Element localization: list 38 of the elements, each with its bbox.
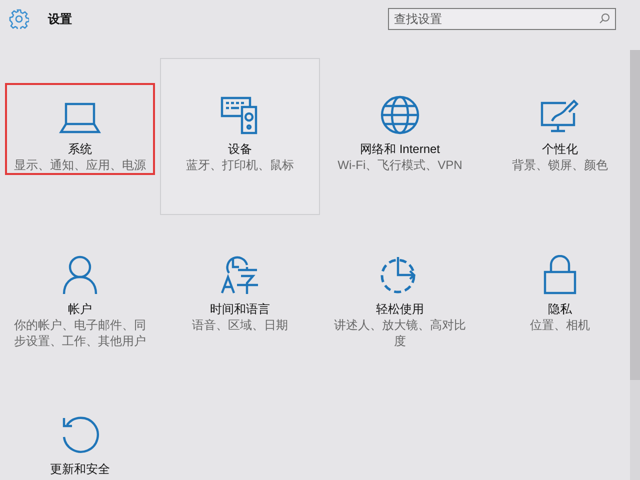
window-title: 设置 — [48, 10, 73, 28]
tile-description: 你的帐户、电子邮件、同步设置、工作、其他用户 — [13, 317, 147, 349]
keyboard-and-speaker-icon — [220, 95, 260, 135]
settings-tile[interactable]: 设备 蓝牙、打印机、鼠标 — [165, 83, 315, 175]
tile-title: 轻松使用 — [376, 301, 424, 317]
settings-tile[interactable]: 轻松使用 讲述人、放大镜、高对比度 — [325, 243, 475, 351]
tile-description: 讲述人、放大镜、高对比度 — [333, 317, 467, 349]
tile-description: 背景、锁屏、颜色 — [512, 157, 608, 173]
tile-title: 时间和语言 — [210, 301, 270, 317]
search-field[interactable]: 查找设置 — [388, 8, 616, 30]
circular-arrow-icon — [60, 415, 100, 455]
tile-title: 更新和安全 — [50, 461, 110, 477]
tile-description: 位置、相机 — [530, 317, 590, 333]
settings-icon — [9, 9, 29, 29]
tile-title: 个性化 — [542, 141, 578, 157]
tile-title: 设备 — [228, 141, 252, 157]
tile-title: 网络和 Internet — [360, 141, 440, 157]
laptop-icon — [59, 101, 101, 135]
tile-title: 系统 — [68, 141, 92, 157]
tile-title: 隐私 — [548, 301, 572, 317]
tile-description: 显示、通知、应用、电源 — [14, 157, 146, 173]
search-icon — [599, 13, 610, 24]
globe-icon — [380, 95, 420, 135]
tile-title: 帐户 — [68, 301, 92, 317]
padlock-icon — [543, 255, 577, 295]
settings-tile[interactable]: 系统 显示、通知、应用、电源 — [5, 83, 155, 175]
settings-tile[interactable]: 帐户 你的帐户、电子邮件、同步设置、工作、其他用户 — [5, 243, 155, 351]
settings-tile[interactable]: 更新和安全 — [5, 403, 155, 479]
tile-description: Wi-Fi、飞行模式、VPN — [338, 157, 462, 173]
tile-description: 蓝牙、打印机、鼠标 — [186, 157, 294, 173]
tile-description: 语音、区域、日期 — [192, 317, 288, 333]
settings-tile[interactable]: 时间和语言 语音、区域、日期 — [165, 243, 315, 335]
settings-tile[interactable]: 个性化 背景、锁屏、颜色 — [485, 83, 630, 175]
person-icon — [60, 255, 100, 295]
monitor-and-brush-icon — [540, 97, 580, 135]
scrollbar[interactable] — [630, 38, 640, 480]
settings-tile[interactable]: 网络和 Internet Wi-Fi、飞行模式、VPN — [325, 83, 475, 175]
settings-tile[interactable]: 隐私 位置、相机 — [485, 243, 630, 335]
